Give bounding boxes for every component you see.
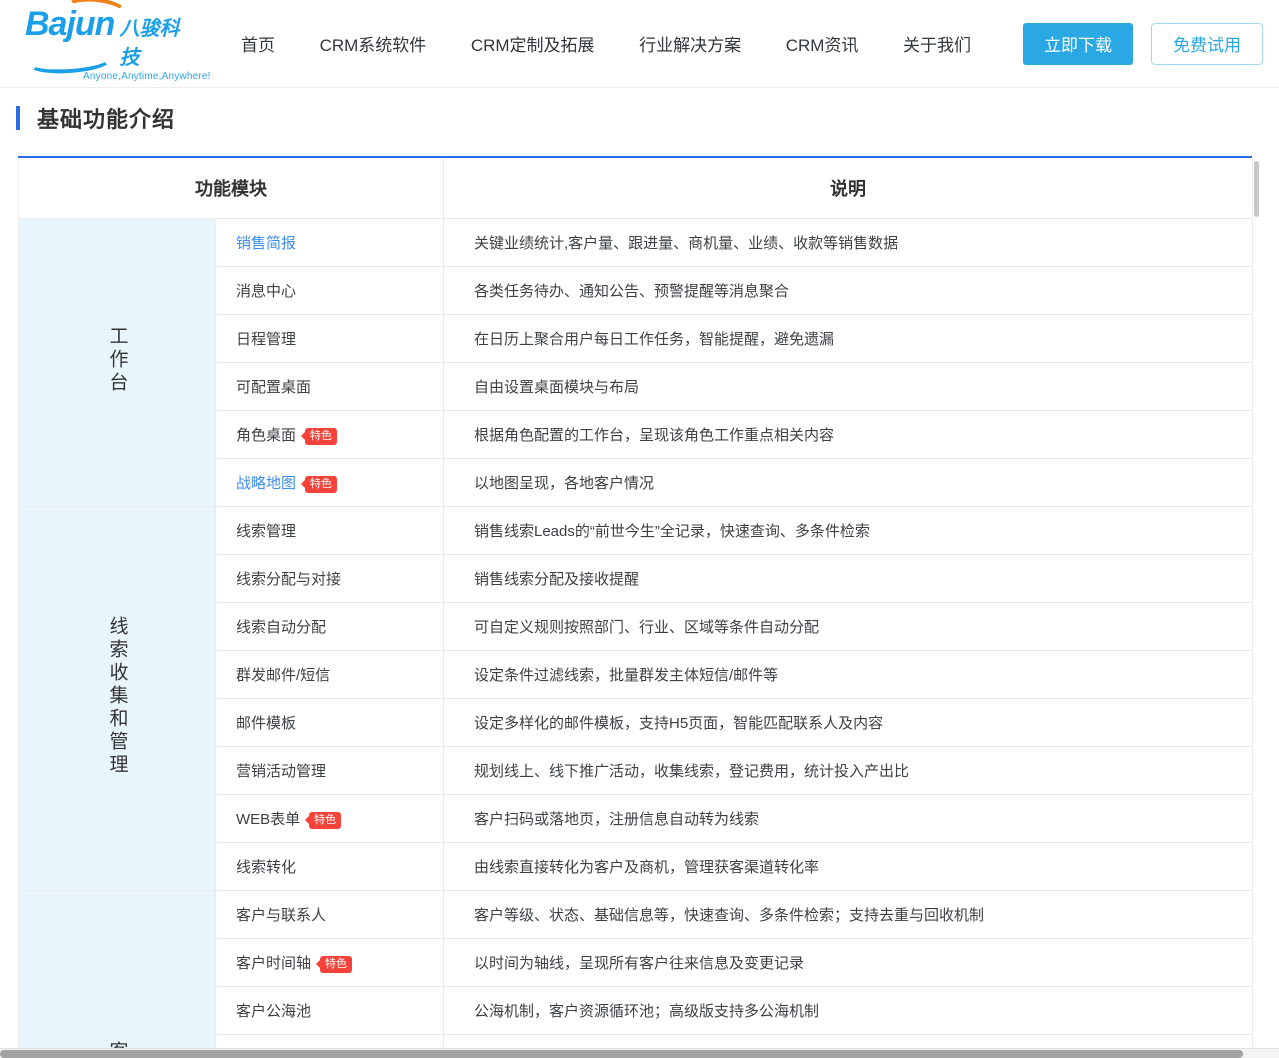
description-cell: 以地图呈现，各地客户情况 xyxy=(444,458,1253,506)
module-label: 线索转化 xyxy=(236,859,296,876)
module-cell: 角色桌面特色 xyxy=(216,410,444,458)
module-cell: 战略地图特色 xyxy=(216,458,444,506)
column-header-description: 说明 xyxy=(444,158,1253,218)
description-cell: 各类任务待办、通知公告、预警提醒等消息聚合 xyxy=(444,266,1253,314)
horizontal-scrollbar-track[interactable] xyxy=(0,1048,1279,1058)
module-link[interactable]: 战略地图 xyxy=(236,475,296,492)
title-accent-bar xyxy=(16,106,20,130)
nav-action-buttons: 立即下载 免费试用 xyxy=(1023,23,1263,65)
module-label: 线索自动分配 xyxy=(236,619,326,636)
module-label: 可配置桌面 xyxy=(236,379,311,396)
feature-badge: 特色 xyxy=(305,428,337,445)
module-label: 客户公海池 xyxy=(236,1003,311,1020)
nav-item-5[interactable]: 关于我们 xyxy=(903,31,971,56)
description-cell: 由线索直接转化为客户及商机，管理获客渠道转化率 xyxy=(444,842,1253,890)
module-label: 线索分配与对接 xyxy=(236,571,341,588)
module-cell: 可配置桌面 xyxy=(216,362,444,410)
nav-item-0[interactable]: 首页 xyxy=(241,31,275,56)
description-cell: 设定多样化的邮件模板，支持H5页面，智能匹配联系人及内容 xyxy=(444,698,1253,746)
feature-badge: 特色 xyxy=(305,476,337,493)
main-nav-menu: 首页 CRM系统软件 CRM定制及拓展 行业解决方案 CRM资讯 关于我们 xyxy=(241,31,971,56)
download-button[interactable]: 立即下载 xyxy=(1023,23,1133,65)
group-label: 工作台 xyxy=(104,326,131,395)
module-label: 线索管理 xyxy=(236,523,296,540)
module-cell: 日程管理 xyxy=(216,314,444,362)
module-cell: 线索转化 xyxy=(216,842,444,890)
group-label: 线索收集和管理 xyxy=(104,616,131,777)
description-cell: 公海机制，客户资源循环池；高级版支持多公海机制 xyxy=(444,986,1253,1034)
description-cell: 销售线索分配及接收提醒 xyxy=(444,554,1253,602)
vertical-scrollbar-thumb[interactable] xyxy=(1254,161,1259,217)
module-label: 客户时间轴 xyxy=(236,955,311,972)
feature-badge: 特色 xyxy=(309,812,341,829)
module-cell: 销售简报 xyxy=(216,218,444,266)
module-cell: 线索管理 xyxy=(216,506,444,554)
module-cell: 线索分配与对接 xyxy=(216,554,444,602)
horizontal-scrollbar-thumb[interactable] xyxy=(0,1050,1243,1058)
description-cell: 客户扫码或落地页，注册信息自动转为线索 xyxy=(444,794,1253,842)
nav-item-2[interactable]: CRM定制及拓展 xyxy=(471,31,595,56)
feature-table-body: 工作台 销售简报 关键业绩统计,客户量、跟进量、商机量、业绩、收款等销售数据消息中心… xyxy=(19,218,1253,1058)
module-cell: 群发邮件/短信 xyxy=(216,650,444,698)
module-cell: 客户公海池 xyxy=(216,986,444,1034)
feature-badge: 特色 xyxy=(320,956,352,973)
description-cell: 自由设置桌面模块与布局 xyxy=(444,362,1253,410)
module-label: WEB表单 xyxy=(236,811,300,828)
free-trial-button[interactable]: 免费试用 xyxy=(1151,23,1263,65)
module-cell: 消息中心 xyxy=(216,266,444,314)
feature-table-wrapper: 功能模块 说明 工作台 销售简报 关键业绩统计,客户量、跟进量、商机量、业绩、收款等… xyxy=(18,156,1252,1058)
group-cell: 线索收集和管理 xyxy=(19,506,216,890)
group-cell: 工作台 xyxy=(19,218,216,506)
description-cell: 以时间为轴线，呈现所有客户往来信息及变更记录 xyxy=(444,938,1253,986)
module-label: 客户与联系人 xyxy=(236,907,326,924)
column-header-module: 功能模块 xyxy=(19,158,444,218)
description-cell: 在日历上聚合用户每日工作任务，智能提醒，避免遗漏 xyxy=(444,314,1253,362)
logo-text-cn: 八骏科技 xyxy=(119,12,193,70)
description-cell: 规划线上、线下推广活动，收集线索，登记费用，统计投入产出比 xyxy=(444,746,1253,794)
top-navbar: Bajun 八骏科技 Anyone,Anytime,Anywhere! 首页 CR… xyxy=(0,0,1279,88)
nav-item-3[interactable]: 行业解决方案 xyxy=(639,31,741,56)
logo-text-en: Bajun xyxy=(25,5,114,44)
description-cell: 销售线索Leads的“前世今生”全记录，快速查询、多条件检索 xyxy=(444,506,1253,554)
module-label: 消息中心 xyxy=(236,283,296,300)
table-row: 线索收集和管理线索管理销售线索Leads的“前世今生”全记录，快速查询、多条件检… xyxy=(19,506,1253,554)
description-cell: 设定条件过滤线索，批量群发主体短信/邮件等 xyxy=(444,650,1253,698)
nav-item-1[interactable]: CRM系统软件 xyxy=(320,31,427,56)
page-title: 基础功能介绍 xyxy=(37,102,175,134)
module-label: 日程管理 xyxy=(236,331,296,348)
module-link[interactable]: 销售简报 xyxy=(236,235,296,252)
module-cell: 线索自动分配 xyxy=(216,602,444,650)
module-cell: 营销活动管理 xyxy=(216,746,444,794)
module-cell: 邮件模板 xyxy=(216,698,444,746)
table-header-row: 功能模块 说明 xyxy=(19,158,1253,218)
brand-logo[interactable]: Bajun 八骏科技 Anyone,Anytime,Anywhere! xyxy=(25,5,193,82)
module-cell: WEB表单特色 xyxy=(216,794,444,842)
module-label: 群发邮件/短信 xyxy=(236,667,330,684)
description-cell: 可自定义规则按照部门、行业、区域等条件自动分配 xyxy=(444,602,1253,650)
description-cell: 客户等级、状态、基础信息等，快速查询、多条件检索；支持去重与回收机制 xyxy=(444,890,1253,938)
feature-table: 功能模块 说明 工作台 销售简报 关键业绩统计,客户量、跟进量、商机量、业绩、收款等… xyxy=(18,158,1253,1058)
group-cell: 客 xyxy=(19,890,216,1058)
module-cell: 客户与联系人 xyxy=(216,890,444,938)
description-cell: 根据角色配置的工作台，呈现该角色工作重点相关内容 xyxy=(444,410,1253,458)
logo-tagline: Anyone,Anytime,Anywhere! xyxy=(83,71,193,82)
table-row: 工作台销售简报关键业绩统计,客户量、跟进量、商机量、业绩、收款等销售数据 xyxy=(19,218,1253,266)
module-cell: 客户时间轴特色 xyxy=(216,938,444,986)
module-label: 邮件模板 xyxy=(236,715,296,732)
section-title-row: 基础功能介绍 xyxy=(16,103,1279,133)
module-label: 角色桌面 xyxy=(236,427,296,444)
nav-item-4[interactable]: CRM资讯 xyxy=(786,31,859,56)
table-row: 客客户与联系人客户等级、状态、基础信息等，快速查询、多条件检索；支持去重与回收机… xyxy=(19,890,1253,938)
module-label: 营销活动管理 xyxy=(236,763,326,780)
description-cell: 关键业绩统计,客户量、跟进量、商机量、业绩、收款等销售数据 xyxy=(444,218,1253,266)
